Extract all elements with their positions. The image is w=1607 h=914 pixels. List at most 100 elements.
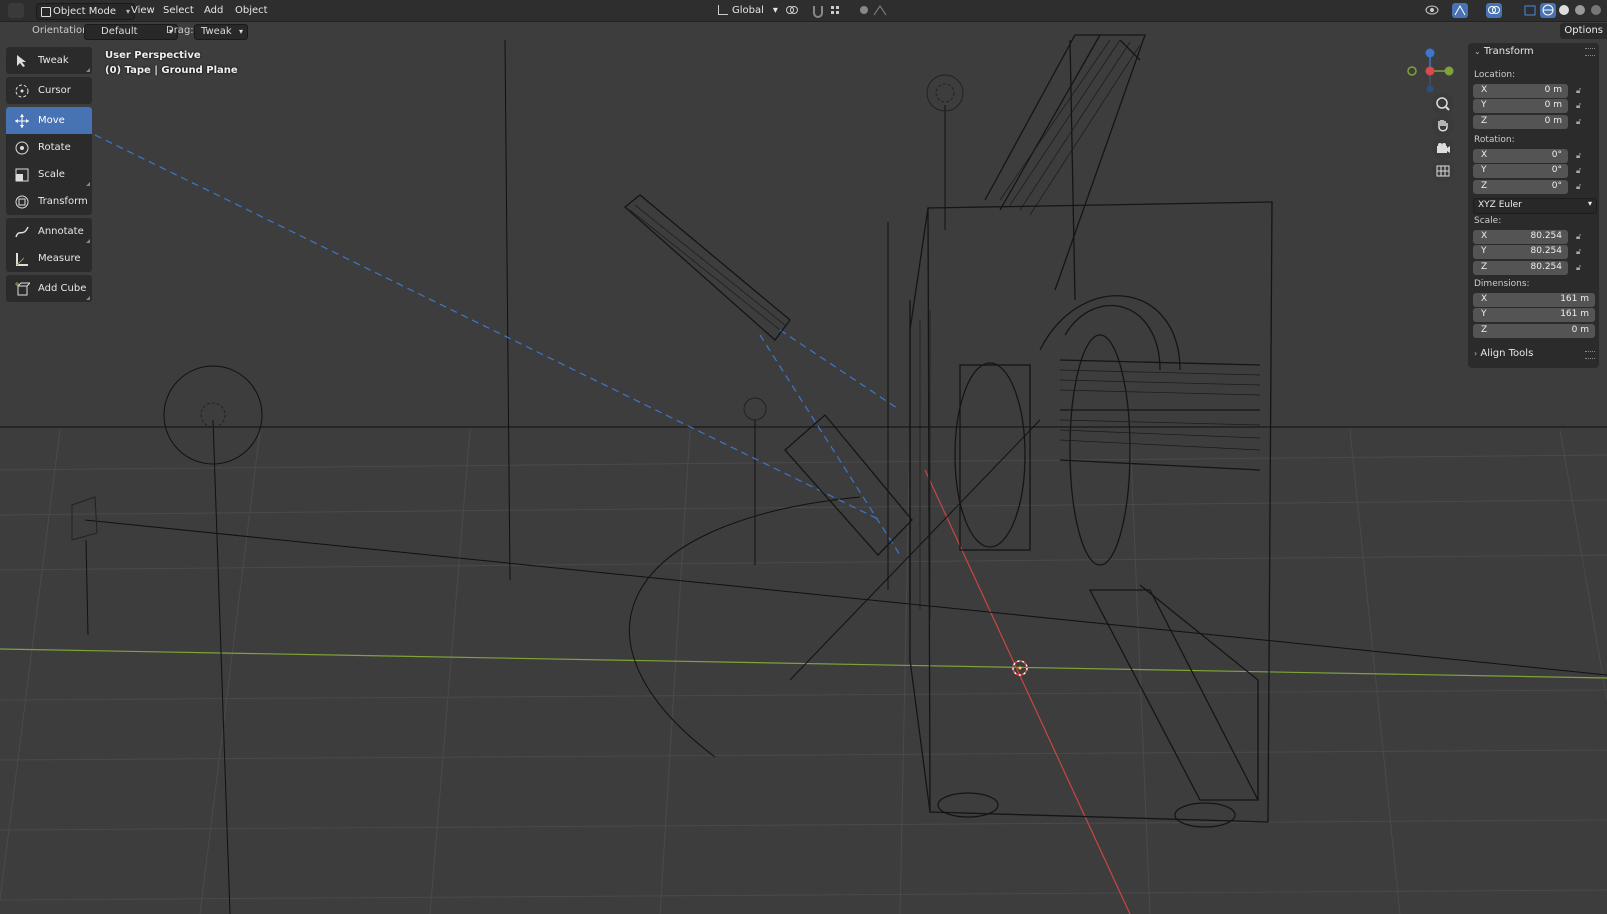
axis-label: Z [1481, 325, 1488, 335]
lock-icon[interactable]: 🔓︎ [1576, 232, 1586, 242]
transform-orientation-dropdown[interactable]: Global ▾ [716, 3, 780, 18]
measure-icon [14, 251, 30, 267]
tool-group-annotate: Annotate Measure [6, 218, 92, 272]
drag-handle-icon[interactable] [1585, 351, 1595, 359]
location-x-field[interactable]: X 0 m [1473, 84, 1568, 98]
grid-icon [1436, 165, 1450, 177]
location-z-field[interactable]: Z 0 m [1473, 115, 1568, 129]
dimensions-y-field[interactable]: Y 161 m [1473, 308, 1595, 322]
pivot-icon[interactable] [784, 3, 800, 18]
xray-icon[interactable] [1522, 3, 1538, 18]
lock-icon[interactable]: 🔓︎ [1576, 182, 1586, 192]
sidebar-transform-panel: ⌄ Transform Location: X0 m Y0 m Z0 m 🔓︎ … [1468, 43, 1599, 368]
scale-x-field[interactable]: X 80.254 [1473, 230, 1568, 244]
dimensions-z-field[interactable]: Z 0 m [1473, 324, 1595, 338]
zoom-button[interactable] [1432, 93, 1454, 115]
menu-view[interactable]: View [127, 3, 159, 18]
tool-cursor[interactable]: Cursor [6, 77, 92, 104]
chevron-right-icon: › [1474, 349, 1478, 358]
lock-icon[interactable]: 🔓︎ [1576, 117, 1586, 127]
scale-y-field[interactable]: Y 80.254 [1473, 245, 1568, 259]
snap-grid-icon[interactable] [828, 3, 844, 18]
gizmo-toggle-icon[interactable] [1452, 3, 1468, 18]
field-value: 0° [1551, 150, 1562, 160]
tool-add-cube[interactable]: Add Cube [6, 275, 92, 302]
options-button[interactable]: Options [1560, 23, 1607, 39]
lock-icon[interactable]: 🔓︎ [1576, 151, 1586, 161]
editor-type-icon[interactable] [8, 3, 24, 18]
align-tools-header[interactable]: › Align Tools [1474, 348, 1533, 359]
viewport-wireframe [0, 34, 1607, 914]
object-mode-icon [41, 7, 51, 17]
transform-icon [14, 194, 30, 210]
chevron-down-icon: ▾ [1587, 199, 1592, 208]
falloff-icon[interactable] [872, 3, 888, 18]
mode-dropdown[interactable]: Object Mode ▾ [36, 3, 135, 20]
rendered-shading-icon[interactable] [1588, 3, 1604, 18]
drag-dropdown[interactable]: Tweak ▾ [194, 24, 248, 40]
rotation-z-field[interactable]: Z 0° [1473, 180, 1568, 194]
3d-viewport[interactable] [0, 0, 1607, 914]
transform-title: Transform [1483, 46, 1534, 57]
menu-add[interactable]: Add [200, 3, 227, 18]
lock-icon[interactable]: 🔓︎ [1576, 263, 1586, 273]
rotation-y-field[interactable]: Y 0° [1473, 164, 1568, 178]
rotation-mode-value: XYZ Euler [1478, 200, 1522, 210]
lock-icon[interactable]: 🔓︎ [1576, 101, 1586, 111]
axis-label: Z [1481, 116, 1488, 126]
camera-view-button[interactable] [1432, 138, 1454, 160]
tool-label: Scale [38, 169, 65, 180]
tool-rotate[interactable]: Rotate [6, 134, 92, 161]
orientation-global-label: Global [732, 5, 764, 16]
ortho-toggle-button[interactable] [1432, 160, 1454, 182]
subtool-corner-icon [86, 182, 90, 186]
dimensions-x-field[interactable]: X 161 m [1473, 293, 1595, 307]
proportional-edit-icon[interactable] [856, 3, 872, 18]
pan-button[interactable] [1432, 115, 1454, 137]
menu-object[interactable]: Object [231, 3, 272, 18]
viewport-header: Object Mode ▾ View Select Add Object Glo… [0, 0, 1607, 22]
axis-label: Y [1481, 309, 1487, 319]
location-y-field[interactable]: Y 0 m [1473, 99, 1568, 113]
axis-label: Z [1481, 181, 1488, 191]
rotate-icon [14, 140, 30, 156]
tool-move[interactable]: Move [6, 107, 92, 134]
rotation-mode-dropdown[interactable]: XYZ Euler ▾ [1473, 198, 1597, 214]
chevron-down-icon: ▾ [238, 27, 243, 36]
axis-label: Y [1481, 246, 1487, 256]
chevron-down-icon: ⌄ [1474, 47, 1481, 56]
menu-select[interactable]: Select [159, 3, 198, 18]
field-value: 80.254 [1530, 231, 1563, 241]
lock-icon[interactable]: 🔓︎ [1576, 247, 1586, 257]
camera-icon [1437, 143, 1450, 153]
transform-panel-header[interactable]: ⌄ Transform [1474, 46, 1534, 57]
drag-handle-icon[interactable] [1585, 48, 1595, 56]
wireframe-shading-icon[interactable] [1540, 3, 1556, 18]
cursor-icon [14, 83, 30, 99]
active-object-label: (0) Tape | Ground Plane [105, 65, 238, 76]
tool-annotate[interactable]: Annotate [6, 218, 92, 245]
tool-tweak[interactable]: Tweak [6, 47, 92, 74]
orientation-dropdown[interactable]: Default ▾ [84, 24, 178, 40]
solid-shading-icon[interactable] [1556, 3, 1572, 18]
axis-icon [718, 5, 728, 15]
visibility-icon[interactable] [1424, 3, 1440, 18]
snap-icon[interactable] [810, 3, 826, 18]
rotation-label: Rotation: [1474, 135, 1515, 145]
tool-label: Transform [38, 196, 88, 207]
lock-icon[interactable]: 🔓︎ [1576, 86, 1586, 96]
viewport-info: User Perspective (0) Tape | Ground Plane [105, 48, 238, 78]
overlay-toggle-icon[interactable] [1486, 3, 1502, 18]
tool-group-cursor: Cursor [6, 77, 92, 104]
material-shading-icon[interactable] [1572, 3, 1588, 18]
tool-label: Rotate [38, 142, 71, 153]
subtool-corner-icon [86, 239, 90, 243]
lock-icon[interactable]: 🔓︎ [1576, 166, 1586, 176]
tool-transform[interactable]: Transform [6, 188, 92, 215]
tool-label: Annotate [38, 226, 84, 237]
rotation-x-field[interactable]: X 0° [1473, 149, 1568, 163]
tool-scale[interactable]: Scale [6, 161, 92, 188]
tool-measure[interactable]: Measure [6, 245, 92, 272]
field-value: 0° [1551, 165, 1562, 175]
scale-z-field[interactable]: Z 80.254 [1473, 261, 1568, 275]
